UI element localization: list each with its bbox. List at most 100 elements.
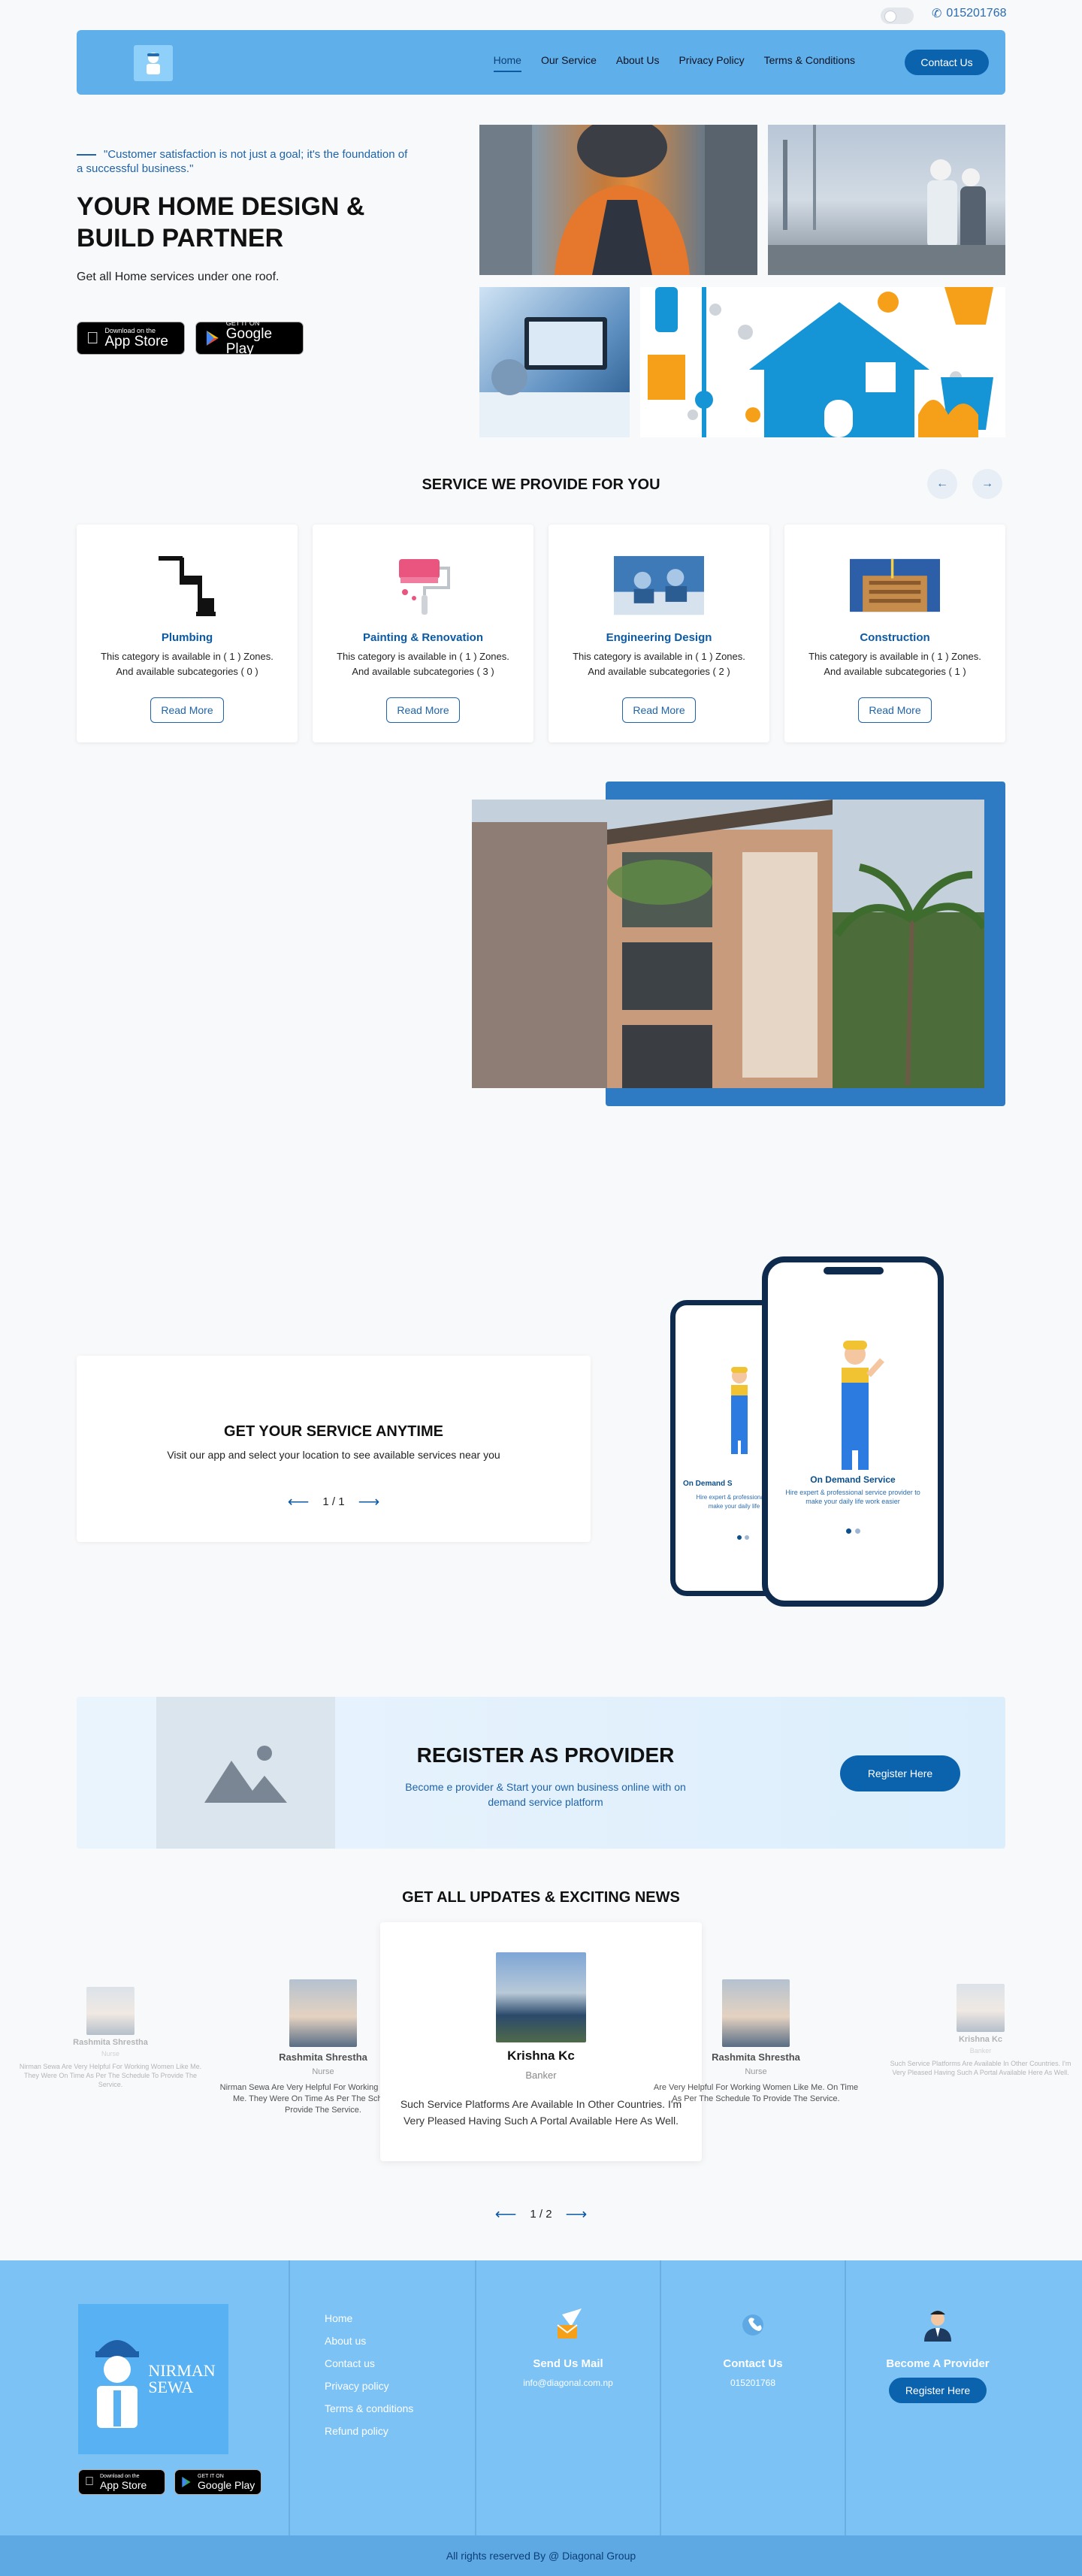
google-play-badge[interactable]: GET IT ON Google Play [174, 2469, 261, 2495]
service-anytime-title: GET YOUR SERVICE ANYTIME [224, 1423, 443, 1440]
footer-link-refund[interactable]: Refund policy [325, 2420, 413, 2442]
main-nav: Home Our Service About Us Privacy Policy… [493, 54, 855, 72]
footer-link-contact[interactable]: Contact us [325, 2352, 413, 2375]
site-footer: NIRMAN SEWA  Download on theApp Store G… [0, 2260, 1082, 2576]
footer-links: Home About us Contact us Privacy policy … [325, 2307, 413, 2442]
nav-terms[interactable]: Terms & Conditions [764, 54, 855, 72]
arrow-left-icon: ← [936, 477, 948, 490]
pager-label: 1 / 1 [322, 1495, 345, 1508]
phone-back-title: On Demand S [683, 1480, 733, 1488]
footer-mail: Send Us Mail info@diagonal.com.np [476, 2307, 660, 2388]
apple-icon:  [86, 328, 99, 348]
copyright-text: All rights reserved By @ Diagonal Group [446, 2550, 636, 2562]
nav-home[interactable]: Home [493, 54, 521, 72]
worker-logo-icon [95, 2340, 140, 2428]
arrow-right-icon: → [981, 477, 993, 490]
footer-provider: Become A Provider Register Here [846, 2307, 1029, 2403]
testimonial-card: Rashmita Shrestha Nurse Nirman Sewa Are … [17, 1987, 204, 2089]
footer-logo[interactable]: NIRMAN SEWA [78, 2304, 228, 2454]
hero-image-worker [479, 125, 757, 275]
phone-signal-icon [742, 2314, 763, 2336]
theme-toggle[interactable] [881, 8, 914, 24]
service-card-desc: This category is available in ( 1 ) Zone… [808, 651, 981, 677]
service-anytime-pager: ⟵ 1 / 1 ⟶ [77, 1492, 591, 1511]
service-card-title: Construction [860, 631, 930, 644]
service-anytime-desc: Visit our app and select your location t… [167, 1449, 500, 1461]
service-card-plumbing[interactable]: Plumbing This category is available in (… [77, 525, 298, 742]
worker-logo-icon [147, 53, 160, 74]
avatar [496, 1952, 586, 2042]
hero-quote: "Customer satisfaction is not just a goa… [77, 147, 415, 176]
carousel-dots [737, 1535, 749, 1540]
nav-our-service[interactable]: Our Service [541, 54, 597, 72]
read-more-button[interactable]: Read More [150, 697, 224, 723]
carousel-dots [846, 1528, 860, 1534]
news-title: GET ALL UPDATES & EXCITING NEWS [402, 1889, 680, 1906]
arrow-right-icon[interactable]: ⟶ [566, 2205, 588, 2224]
read-more-button[interactable]: Read More [858, 697, 932, 723]
google-play-badge[interactable]: GET IT ON Google Play [195, 319, 304, 357]
nav-about-us[interactable]: About Us [616, 54, 660, 72]
copyright-bar: All rights reserved By @ Diagonal Group [0, 2535, 1082, 2576]
phone-front-title: On Demand Service [810, 1474, 896, 1485]
brand-line2: SEWA [148, 2378, 194, 2396]
paint-roller-icon [378, 555, 468, 616]
service-card-title: Painting & Renovation [362, 631, 483, 644]
footer-divider [289, 2260, 290, 2535]
app-store-badge[interactable]:  Download on theApp Store [78, 2469, 165, 2495]
footer-contact: Contact Us 015201768 [661, 2307, 845, 2388]
arrow-left-icon[interactable]: ⟵ [495, 2205, 517, 2224]
footer-link-about[interactable]: About us [325, 2330, 413, 2352]
phone-notch [824, 1267, 884, 1274]
phone-front-desc: Hire expert & professional service provi… [785, 1489, 920, 1505]
avatar [86, 1987, 134, 2035]
avatar [957, 1984, 1005, 2032]
footer-link-home[interactable]: Home [325, 2307, 413, 2330]
service-card-construction[interactable]: Construction This category is available … [784, 525, 1005, 742]
footer-mail-value[interactable]: info@diagonal.com.np [476, 2378, 660, 2388]
footer-divider [475, 2260, 476, 2535]
footer-divider [660, 2260, 661, 2535]
service-card-engineering[interactable]: Engineering Design This category is avai… [549, 525, 769, 742]
register-provider-banner: REGISTER AS PROVIDER Become e provider &… [77, 1697, 1005, 1849]
worker-illustration-icon [731, 1367, 748, 1454]
footer-link-terms[interactable]: Terms & conditions [325, 2397, 413, 2420]
contact-us-button[interactable]: Contact Us [905, 50, 989, 75]
play-store-icon [182, 2477, 191, 2487]
services-next-button[interactable]: → [972, 469, 1002, 499]
brand-line1: NIRMAN [148, 2361, 216, 2380]
hero-title: YOUR HOME DESIGN & BUILD PARTNER [77, 192, 365, 252]
register-title: REGISTER AS PROVIDER [416, 1743, 675, 1767]
read-more-button[interactable]: Read More [386, 697, 460, 723]
building-image [472, 800, 984, 1088]
phone-icon: ✆ [932, 8, 942, 20]
phone-mockup-front: On Demand Service Hire expert & professi… [762, 1256, 944, 1607]
footer-register-button[interactable]: Register Here [889, 2378, 987, 2403]
footer-link-privacy[interactable]: Privacy policy [325, 2375, 413, 2397]
services-prev-button[interactable]: ← [927, 469, 957, 499]
arrow-right-icon[interactable]: ⟶ [358, 1492, 380, 1511]
hero-image-engineers [768, 125, 1005, 275]
service-card-desc: This category is available in ( 1 ) Zone… [101, 651, 274, 677]
register-here-button[interactable]: Register Here [840, 1755, 960, 1791]
site-logo[interactable] [134, 45, 173, 81]
read-more-button[interactable]: Read More [622, 697, 696, 723]
image-placeholder-icon [156, 1697, 335, 1849]
footer-contact-value[interactable]: 015201768 [661, 2378, 845, 2388]
hero-image-cleaning [640, 287, 1005, 437]
plumbing-icon [142, 555, 232, 616]
testimonial-card: Rashmita Shrestha Nurse Are Very Helpful… [651, 1979, 861, 2105]
mail-send-icon [557, 2308, 582, 2339]
register-desc: Become e provider & Start your own busin… [405, 1781, 686, 1808]
service-card-painting[interactable]: Painting & Renovation This category is a… [313, 525, 533, 742]
top-phone-number: 015201768 [946, 7, 1007, 20]
apple-icon:  [85, 2475, 94, 2489]
worker-illustration-icon [842, 1341, 884, 1470]
nav-privacy-policy[interactable]: Privacy Policy [679, 54, 744, 72]
arrow-left-icon[interactable]: ⟵ [288, 1492, 310, 1511]
app-store-badge[interactable]:  Download on theApp Store [77, 322, 185, 355]
service-card-desc: This category is available in ( 1 ) Zone… [337, 651, 509, 677]
provider-avatar-icon [924, 2311, 951, 2342]
top-phone[interactable]: ✆ 015201768 [932, 6, 1007, 21]
hero-subtitle: Get all Home services under one roof. [77, 271, 280, 283]
